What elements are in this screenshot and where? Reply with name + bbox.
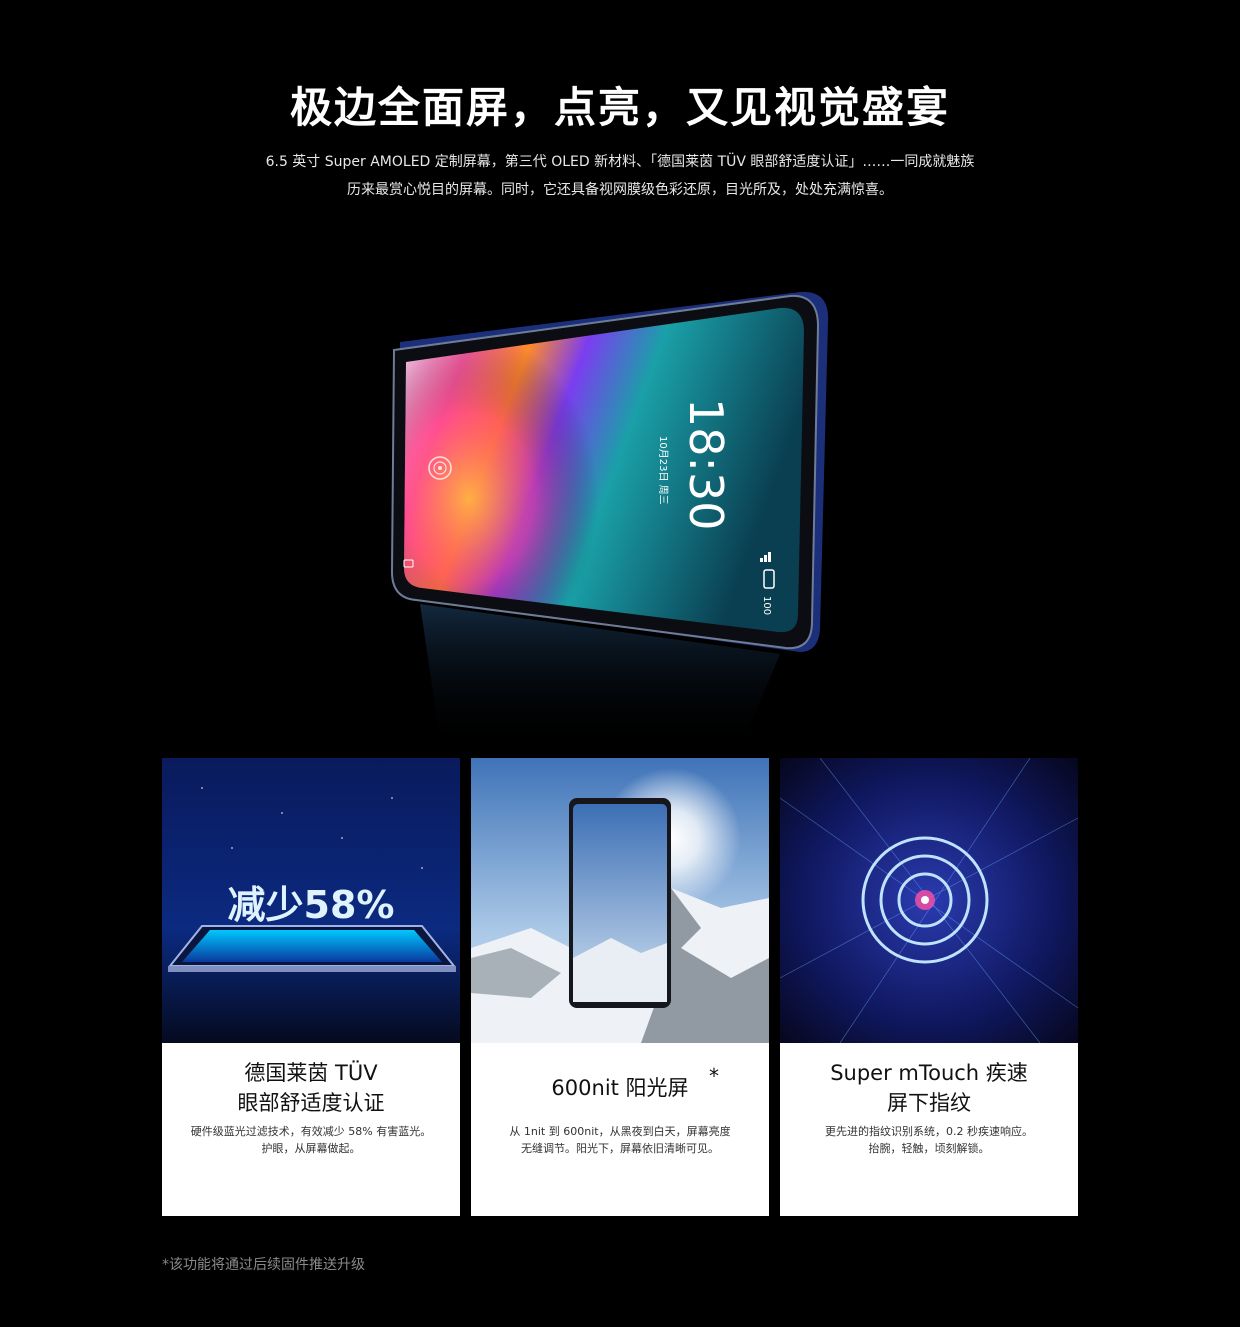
sunlight-image <box>471 758 769 1043</box>
footnote-asterisk: * <box>709 1064 719 1088</box>
hero-clock: 18:30 <box>679 398 733 531</box>
feature-card-tuv: 减少58% 德国莱茵 TÜV 眼部舒适度认证 硬件级蓝光过滤技术，有效减少 58… <box>162 758 460 1216</box>
card-desc-line-2: 护眼，从屏幕做起。 <box>261 1142 361 1155</box>
card-title: Super mTouch 疾速 屏下指纹 <box>780 1058 1078 1118</box>
page-headline: 极边全面屏，点亮，又见视觉盛宴 <box>289 83 950 132</box>
card-desc-line-1: 硬件级蓝光过滤技术，有效减少 58% 有害蓝光。 <box>190 1125 432 1138</box>
card-title-line-1: Super mTouch 疾速 <box>830 1061 1028 1085</box>
footnote: *该功能将通过后续固件推送升级 <box>162 1257 365 1273</box>
feature-card-mtouch: Super mTouch 疾速 屏下指纹 更先进的指纹识别系统，0.2 秒疾速响… <box>780 758 1078 1216</box>
card-title-line-1: 600nit 阳光屏 <box>551 1076 689 1100</box>
card-title: 德国莱茵 TÜV 眼部舒适度认证 <box>162 1058 460 1118</box>
card-description: 硬件级蓝光过滤技术，有效减少 58% 有害蓝光。 护眼，从屏幕做起。 <box>172 1123 450 1157</box>
intro-line-2: 历来最赏心悦目的屏幕。同时，它还具备视网膜级色彩还原，目光所及，处处充满惊喜。 <box>347 182 893 198</box>
card-desc-line-1: 从 1nit 到 600nit，从黑夜到白天，屏幕亮度 <box>509 1125 731 1138</box>
card-title-line-2: 屏下指纹 <box>887 1091 971 1115</box>
card-description: 从 1nit 到 600nit，从黑夜到白天，屏幕亮度 无缝调节。阳光下，屏幕依… <box>481 1123 759 1157</box>
hero-date: 10月23日 周三 <box>657 436 669 505</box>
card-desc-line-2: 无缝调节。阳光下，屏幕依旧清晰可见。 <box>521 1142 719 1155</box>
feature-card-sunlight: 600nit 阳光屏 * 从 1nit 到 600nit，从黑夜到白天，屏幕亮度… <box>471 758 769 1216</box>
card-title: 600nit 阳光屏 <box>471 1073 769 1103</box>
battery-level: 100 <box>761 596 772 615</box>
card-title-line-2: 眼部舒适度认证 <box>237 1091 385 1115</box>
card-title-line-1: 德国莱茵 TÜV <box>244 1061 378 1085</box>
card-desc-line-2: 抬腕，轻触，顷刻解锁。 <box>868 1142 990 1155</box>
fingerprint-image <box>780 758 1078 1043</box>
hero-phone-image: 18:30 10月23日 周三 100 <box>360 270 880 750</box>
intro-text: 6.5 英寸 Super AMOLED 定制屏幕，第三代 OLED 新材料、「德… <box>0 148 1240 204</box>
card-desc-line-1: 更先进的指纹识别系统，0.2 秒疾速响应。 <box>825 1125 1033 1138</box>
blue-light-image: 减少58% <box>162 758 460 1043</box>
blue-light-stat: 减少58% <box>228 883 395 927</box>
card-description: 更先进的指纹识别系统，0.2 秒疾速响应。 抬腕，轻触，顷刻解锁。 <box>790 1123 1068 1157</box>
intro-line-1: 6.5 英寸 Super AMOLED 定制屏幕，第三代 OLED 新材料、「德… <box>265 154 975 170</box>
